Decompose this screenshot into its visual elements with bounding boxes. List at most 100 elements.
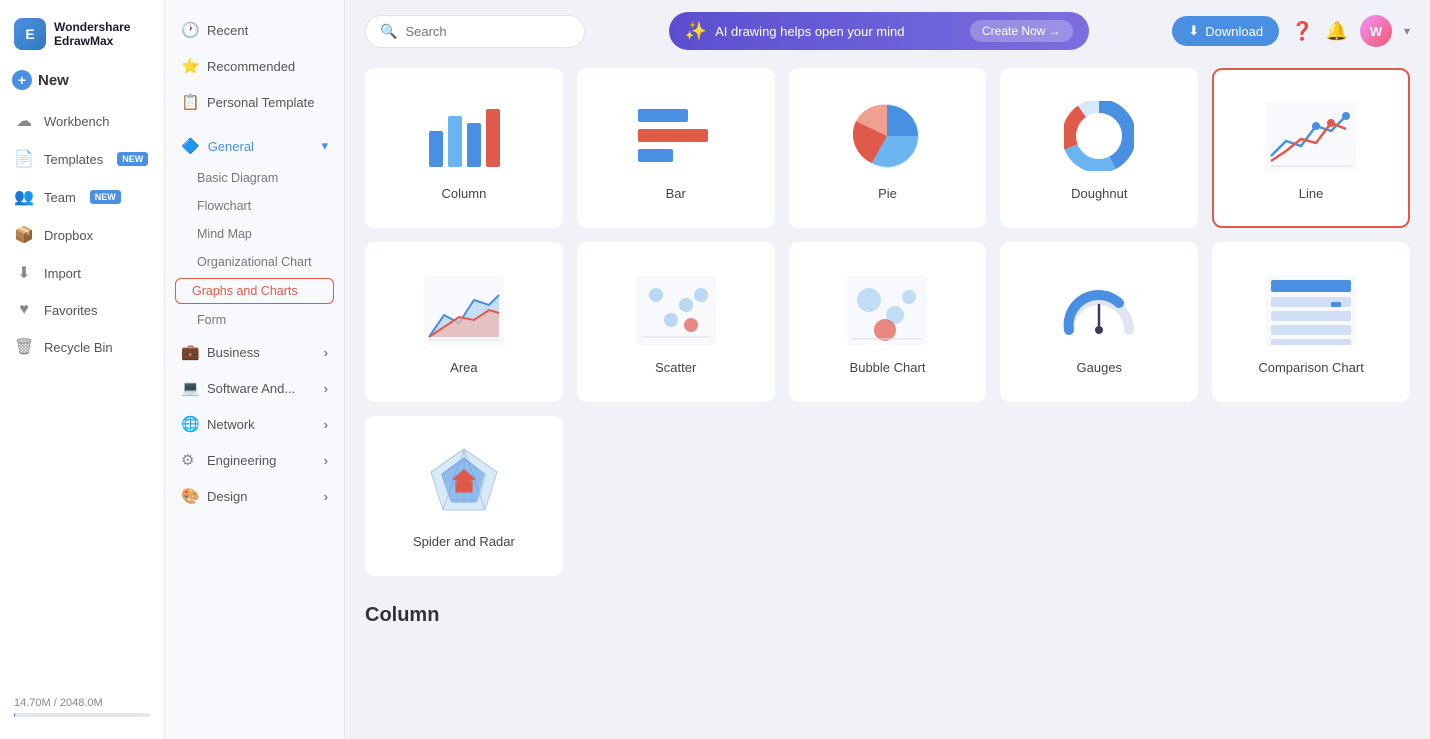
nav-category-network[interactable]: 🌐 Network › <box>165 406 344 442</box>
download-button[interactable]: ⬇ Download <box>1172 16 1279 46</box>
chart-card-area[interactable]: Area <box>365 242 563 402</box>
chevron-right-icon-5: › <box>324 489 328 504</box>
chart-label-bubble: Bubble Chart <box>850 360 926 375</box>
chart-label-gauges: Gauges <box>1077 360 1123 375</box>
recommended-icon: ⭐ <box>181 57 199 75</box>
chart-card-bubble[interactable]: Bubble Chart <box>789 242 987 402</box>
nav-sub-orgchart[interactable]: Organizational Chart <box>165 248 344 276</box>
chevron-right-icon-2: › <box>324 381 328 396</box>
recycle-icon: 🗑 <box>14 337 34 357</box>
sidebar-item-templates[interactable]: 📄 Templates NEW <box>0 140 164 178</box>
storage-bar <box>14 713 150 717</box>
sidebar-item-workbench[interactable]: ☁ Workbench <box>0 102 164 140</box>
pie-visual <box>842 96 932 176</box>
chevron-right-icon-4: › <box>324 453 328 468</box>
team-icon: 👥 <box>14 187 34 207</box>
nav-category-engineering[interactable]: ⚙ Engineering › <box>165 442 344 478</box>
scatter-visual <box>631 270 721 350</box>
bubble-visual <box>842 270 932 350</box>
nav-category-business[interactable]: 💼 Business › <box>165 334 344 370</box>
top-bar: 🔍 ✨ AI drawing helps open your mind Crea… <box>345 0 1430 62</box>
sidebar-item-import[interactable]: ⬇ Import <box>0 254 164 292</box>
chart-label-bar: Bar <box>666 186 686 201</box>
line-visual <box>1266 96 1356 176</box>
nav-sub-basic[interactable]: Basic Diagram <box>165 164 344 192</box>
chart-card-bar[interactable]: Bar <box>577 68 775 228</box>
nav-panel: 🕐 Recent ⭐ Recommended 📋 Personal Templa… <box>165 0 345 739</box>
dropbox-icon: 📦 <box>14 225 34 245</box>
chart-card-comparison[interactable]: Comparison Chart <box>1212 242 1410 402</box>
chart-card-doughnut[interactable]: Doughnut <box>1000 68 1198 228</box>
search-box[interactable]: 🔍 <box>365 15 585 48</box>
chart-label-scatter: Scatter <box>655 360 696 375</box>
sidebar-item-favorites[interactable]: ♥ Favorites <box>0 292 164 328</box>
nav-category-software[interactable]: 💻 Software And... › <box>165 370 344 406</box>
nav-section-general[interactable]: 🔷 General ▾ <box>165 128 344 164</box>
ai-banner-text: AI drawing helps open your mind <box>715 24 904 39</box>
chart-label-line: Line <box>1299 186 1324 201</box>
chevron-right-icon: › <box>324 345 328 360</box>
top-right: ⬇ Download ❓ 🔔 W ▾ <box>1172 15 1410 47</box>
area-visual <box>419 270 509 350</box>
chart-card-line[interactable]: Line <box>1212 68 1410 228</box>
sidebar-item-team[interactable]: 👥 Team NEW <box>0 178 164 216</box>
download-icon: ⬇ <box>1188 23 1199 39</box>
templates-badge: NEW <box>117 152 148 166</box>
comparison-visual <box>1266 270 1356 350</box>
search-input[interactable] <box>405 24 570 39</box>
app-logo-icon: E <box>14 18 46 50</box>
storage-fill <box>14 713 15 717</box>
search-icon: 🔍 <box>380 23 397 40</box>
team-badge: NEW <box>90 190 121 204</box>
chart-label-doughnut: Doughnut <box>1071 186 1127 201</box>
doughnut-visual <box>1054 96 1144 176</box>
chart-card-scatter[interactable]: Scatter <box>577 242 775 402</box>
avatar-chevron-icon[interactable]: ▾ <box>1404 24 1410 38</box>
chart-card-pie[interactable]: Pie <box>789 68 987 228</box>
chart-label-comparison: Comparison Chart <box>1258 360 1364 375</box>
network-icon: 🌐 <box>181 415 199 433</box>
help-icon[interactable]: ❓ <box>1291 21 1313 42</box>
storage-area: 14.70M / 2048.0M <box>0 687 164 727</box>
nav-sub-graphs[interactable]: Graphs and Charts <box>175 278 334 304</box>
bar-visual <box>631 96 721 176</box>
favorites-icon: ♥ <box>14 301 34 319</box>
chart-label-area: Area <box>450 360 477 375</box>
nav-sub-form[interactable]: Form <box>165 306 344 334</box>
nav-item-personal[interactable]: 📋 Personal Template <box>165 84 344 120</box>
ai-banner[interactable]: ✨ AI drawing helps open your mind Create… <box>669 12 1089 50</box>
ai-banner-left: ✨ AI drawing helps open your mind <box>685 21 905 42</box>
ai-create-now-button[interactable]: Create Now → <box>970 20 1073 42</box>
spider-visual <box>419 444 509 524</box>
new-button[interactable]: + New <box>12 70 152 90</box>
personal-icon: 📋 <box>181 93 199 111</box>
nav-category-design[interactable]: 🎨 Design › <box>165 478 344 514</box>
design-icon: 🎨 <box>181 487 199 505</box>
nav-item-recent[interactable]: 🕐 Recent <box>165 12 344 48</box>
general-icon: 🔷 <box>181 137 200 155</box>
nav-item-recommended[interactable]: ⭐ Recommended <box>165 48 344 84</box>
chart-label-pie: Pie <box>878 186 897 201</box>
templates-icon: 📄 <box>14 149 34 169</box>
nav-sub-mindmap[interactable]: Mind Map <box>165 220 344 248</box>
engineering-icon: ⚙ <box>181 451 199 469</box>
import-icon: ⬇ <box>14 263 34 283</box>
nav-sub-flowchart[interactable]: Flowchart <box>165 192 344 220</box>
ai-sparkle-icon: ✨ <box>685 21 707 42</box>
bottom-section-label: Column <box>345 596 1430 631</box>
chart-card-spider[interactable]: Spider and Radar <box>365 416 563 576</box>
notification-icon[interactable]: 🔔 <box>1326 21 1348 42</box>
recent-icon: 🕐 <box>181 21 199 39</box>
gauges-visual <box>1054 270 1144 350</box>
plus-icon: + <box>12 70 32 90</box>
chart-card-column[interactable]: Column <box>365 68 563 228</box>
business-icon: 💼 <box>181 343 199 361</box>
software-icon: 💻 <box>181 379 199 397</box>
avatar[interactable]: W <box>1360 15 1392 47</box>
sidebar-item-recycle[interactable]: 🗑 Recycle Bin <box>0 328 164 366</box>
workbench-icon: ☁ <box>14 111 34 131</box>
sidebar-item-dropbox[interactable]: 📦 Dropbox <box>0 216 164 254</box>
chart-card-gauges[interactable]: Gauges <box>1000 242 1198 402</box>
chart-grid: Column Bar <box>345 62 1430 596</box>
main-content: 🔍 ✨ AI drawing helps open your mind Crea… <box>345 0 1430 739</box>
